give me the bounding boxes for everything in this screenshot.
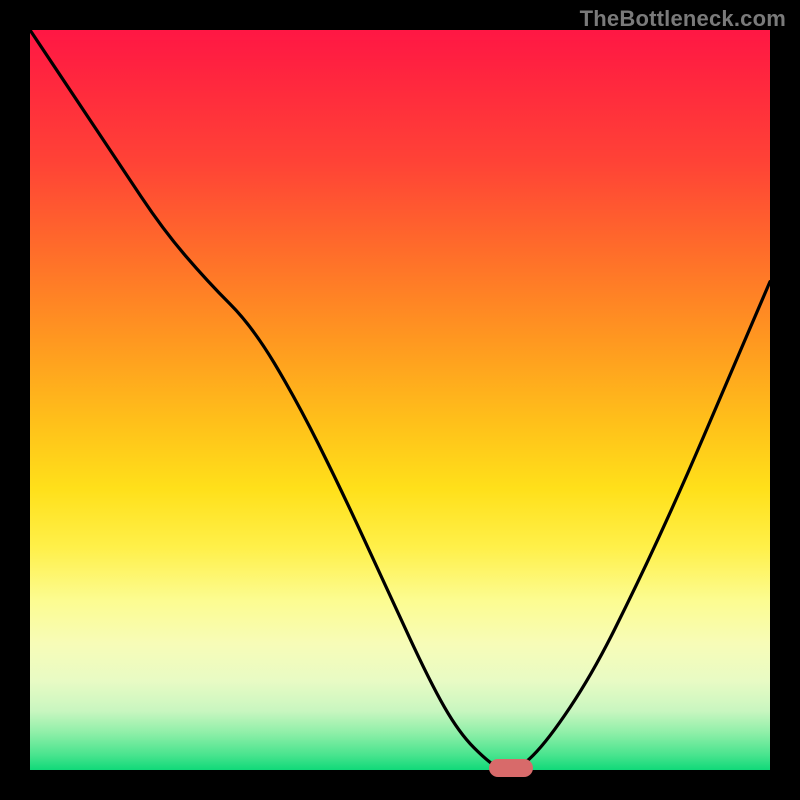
plot-area (30, 30, 770, 770)
chart-frame: TheBottleneck.com (0, 0, 800, 800)
watermark-text: TheBottleneck.com (580, 6, 786, 32)
bottleneck-curve (30, 30, 770, 770)
optimal-marker (489, 759, 533, 777)
